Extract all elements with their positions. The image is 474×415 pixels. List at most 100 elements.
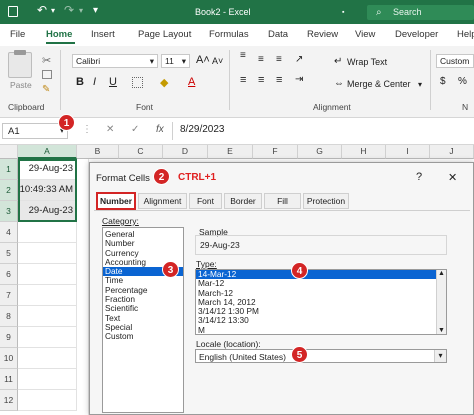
bottom-align-icon[interactable]: ≡: [276, 54, 282, 65]
row-header-3[interactable]: 3: [0, 201, 18, 222]
decrease-font-icon[interactable]: A˅: [212, 56, 223, 66]
help-button[interactable]: ?: [416, 171, 422, 183]
tab-insert[interactable]: Insert: [91, 29, 115, 40]
type-list[interactable]: 14-Mar-12 Mar-12 March-12 March 14, 2012…: [195, 269, 447, 335]
row-header-1[interactable]: 1: [0, 159, 18, 180]
cell-a9[interactable]: [18, 327, 77, 348]
type-list-scrollbar[interactable]: ▲ ▼: [436, 270, 446, 334]
wrap-text-button[interactable]: Wrap Text: [347, 57, 387, 67]
font-name-select[interactable]: Calibri ▾: [72, 54, 158, 68]
italic-button[interactable]: I: [93, 76, 96, 88]
row-header-10[interactable]: 10: [0, 348, 18, 369]
percent-icon[interactable]: %: [458, 76, 467, 87]
tab-developer[interactable]: Developer: [395, 29, 438, 40]
cell-a12[interactable]: [18, 390, 77, 411]
cell-a5[interactable]: [18, 243, 77, 264]
locale-select[interactable]: English (United States) ▾: [195, 349, 447, 363]
column-header-i[interactable]: I: [386, 145, 430, 159]
select-all-corner[interactable]: [0, 145, 18, 159]
cell-a6[interactable]: [18, 264, 77, 285]
column-header-f[interactable]: F: [253, 145, 298, 159]
merge-icon[interactable]: ⇔: [334, 78, 344, 89]
close-button[interactable]: ✕: [448, 171, 457, 184]
tab-help[interactable]: Help: [457, 29, 474, 40]
paste-icon[interactable]: [8, 50, 32, 78]
insert-function-icon[interactable]: fx: [156, 124, 164, 135]
list-item[interactable]: Custom: [103, 331, 183, 341]
row-header-4[interactable]: 4: [0, 222, 18, 243]
increase-font-icon[interactable]: A˄: [196, 54, 210, 66]
tab-home[interactable]: Home: [46, 29, 72, 40]
orientation-icon[interactable]: ↗: [295, 54, 303, 65]
save-icon[interactable]: [8, 6, 18, 17]
column-header-d[interactable]: D: [163, 145, 208, 159]
row-header-2[interactable]: 2: [0, 180, 18, 201]
column-header-e[interactable]: E: [208, 145, 253, 159]
fill-color-icon[interactable]: ◆: [160, 76, 168, 89]
undo-dropdown-icon[interactable]: ▾: [51, 6, 55, 15]
category-list[interactable]: General Number Currency Accounting Date …: [102, 227, 184, 413]
tab-number[interactable]: Number: [96, 192, 136, 210]
column-header-j[interactable]: J: [430, 145, 474, 159]
tab-page-layout[interactable]: Page Layout: [138, 29, 191, 40]
tab-alignment[interactable]: Alignment: [138, 193, 187, 209]
merge-center-button[interactable]: Merge & Center: [347, 79, 411, 89]
tab-protection[interactable]: Protection: [303, 193, 349, 209]
enter-icon[interactable]: ✓: [131, 124, 139, 135]
row-header-9[interactable]: 9: [0, 327, 18, 348]
cell-a4[interactable]: [18, 222, 77, 243]
tab-view[interactable]: View: [355, 29, 375, 40]
row-header-8[interactable]: 8: [0, 306, 18, 327]
format-painter-icon[interactable]: ✎: [42, 84, 50, 95]
font-size-select[interactable]: 11 ▾: [161, 54, 190, 68]
column-header-a[interactable]: A: [18, 145, 77, 159]
chevron-down-icon[interactable]: ▾: [434, 350, 446, 362]
list-item[interactable]: 3/14/12 13:30: [196, 316, 446, 326]
column-header-c[interactable]: C: [119, 145, 163, 159]
borders-icon[interactable]: [132, 77, 143, 88]
align-right-icon[interactable]: ≡: [276, 74, 282, 86]
align-center-icon[interactable]: ≡: [258, 74, 264, 86]
column-header-b[interactable]: B: [77, 145, 119, 159]
column-header-h[interactable]: H: [342, 145, 386, 159]
underline-button[interactable]: U: [109, 76, 117, 88]
formula-input[interactable]: 8/29/2023: [180, 124, 225, 135]
search-box[interactable]: ⌕ Search: [367, 5, 474, 20]
undo-icon[interactable]: ↶: [37, 3, 47, 17]
tab-file[interactable]: File: [10, 29, 25, 40]
row-header-7[interactable]: 7: [0, 285, 18, 306]
column-header-g[interactable]: G: [298, 145, 342, 159]
list-item[interactable]: M: [196, 325, 446, 335]
tab-formulas[interactable]: Formulas: [209, 29, 249, 40]
list-item-selected[interactable]: 14-Mar-12: [196, 269, 436, 280]
merge-dropdown-icon[interactable]: ▾: [418, 80, 422, 89]
row-header-11[interactable]: 11: [0, 369, 18, 390]
cut-icon[interactable]: ✂: [42, 54, 51, 67]
scroll-down-icon[interactable]: ▼: [438, 327, 445, 334]
row-header-6[interactable]: 6: [0, 264, 18, 285]
cell-a7[interactable]: [18, 285, 77, 306]
paste-button[interactable]: Paste: [10, 80, 32, 90]
indent-icon[interactable]: ⇥: [295, 74, 303, 85]
row-header-5[interactable]: 5: [0, 243, 18, 264]
bold-button[interactable]: B: [76, 76, 84, 88]
scroll-up-icon[interactable]: ▲: [438, 270, 445, 277]
cell-a10[interactable]: [18, 348, 77, 369]
middle-align-icon[interactable]: ≡: [258, 54, 264, 65]
align-left-icon[interactable]: ≡: [240, 74, 246, 86]
font-color-icon[interactable]: A: [188, 76, 195, 88]
redo-icon[interactable]: ↷: [64, 3, 74, 17]
customize-toolbar-icon[interactable]: ▾: [93, 5, 98, 16]
wrap-text-icon[interactable]: ↵: [334, 56, 342, 67]
top-align-icon[interactable]: ≡: [240, 51, 246, 61]
row-header-12[interactable]: 12: [0, 390, 18, 411]
list-item[interactable]: Mar-12: [196, 278, 446, 288]
cell-a11[interactable]: [18, 369, 77, 390]
copy-icon[interactable]: [42, 70, 52, 79]
tab-border[interactable]: Border: [224, 193, 262, 209]
currency-icon[interactable]: $: [440, 76, 446, 87]
cancel-icon[interactable]: ✕: [106, 124, 114, 135]
tab-font[interactable]: Font: [189, 193, 222, 209]
cell-a8[interactable]: [18, 306, 77, 327]
number-format-select[interactable]: Custom: [436, 54, 474, 68]
